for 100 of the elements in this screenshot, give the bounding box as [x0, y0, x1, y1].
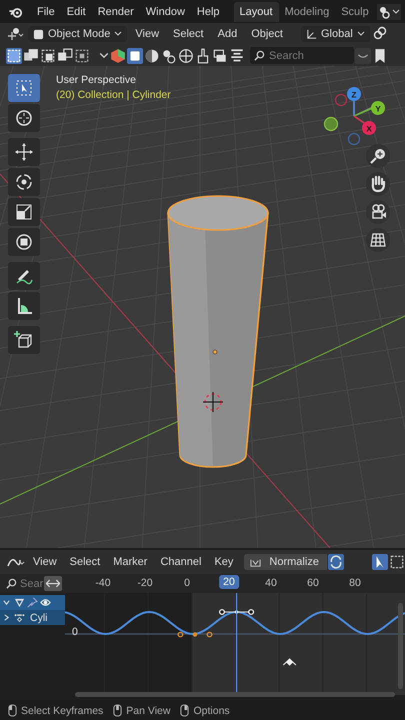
keyframe-handles-drawing[interactable] [219, 609, 254, 615]
frame-label: -40 [95, 577, 111, 589]
square-icon[interactable] [127, 48, 143, 64]
orientation-dropdown[interactable]: Global [300, 26, 370, 42]
layers-icon[interactable] [212, 48, 228, 64]
measure-tool-button[interactable] [8, 292, 40, 320]
search-icon [6, 578, 17, 589]
menu-item[interactable]: Edit [60, 6, 92, 18]
menu-item[interactable]: Add [212, 28, 244, 40]
horizontal-scrollbar[interactable] [75, 692, 395, 697]
eye-icon[interactable] [40, 597, 51, 608]
cursor-3d-icon [202, 392, 224, 412]
object-channel-row[interactable] [0, 595, 65, 610]
add-tool-button[interactable] [8, 326, 40, 354]
globe-icon[interactable] [178, 48, 194, 64]
menu-item[interactable]: View [27, 556, 63, 568]
scale-icon [14, 202, 34, 222]
frame-label: 60 [307, 577, 319, 589]
playhead-line[interactable] [236, 593, 238, 695]
axes-icon [306, 28, 317, 40]
search-icon [254, 50, 265, 61]
current-frame-badge[interactable]: 20 [219, 575, 239, 589]
scene-icon[interactable] [376, 4, 401, 20]
frame-label: 40 [265, 577, 277, 589]
status-hint: Select Keyframes [21, 704, 104, 716]
zoom-button[interactable] [366, 144, 390, 168]
projection-button[interactable] [366, 228, 390, 252]
zoom-icon [368, 146, 388, 166]
menu-item[interactable]: Object [245, 28, 289, 40]
caret-icon[interactable] [3, 599, 10, 606]
caret-icon [114, 30, 122, 38]
triangle-icon [14, 597, 25, 608]
pointer-icon[interactable] [372, 554, 388, 570]
caret-icon[interactable] [355, 48, 371, 64]
workspace-tab[interactable]: Sculp [335, 2, 375, 22]
menu-item[interactable]: Marker [107, 556, 154, 568]
pan-button[interactable] [366, 172, 390, 196]
move-arrows-icon [14, 142, 34, 162]
rotate-icon [14, 172, 34, 192]
frame-label: 0 [184, 577, 190, 589]
search-field[interactable]: Search [250, 47, 354, 64]
hexagon-icon[interactable] [110, 48, 126, 64]
transform-tool-button[interactable] [8, 228, 40, 256]
normalize-toggle[interactable]: Normalize [244, 554, 327, 570]
editor-type-icon[interactable] [6, 26, 26, 42]
origin-dot [212, 350, 218, 354]
action-icon [14, 612, 25, 623]
zero-label: 0 [72, 626, 78, 638]
object-info-label: (20) Collection | Cylinder [56, 89, 171, 101]
square-icon[interactable] [23, 48, 39, 64]
stack-icon[interactable] [229, 48, 245, 64]
menu-item[interactable]: Select [64, 556, 106, 568]
cube-icon [14, 330, 34, 350]
mouse-icon [8, 704, 17, 717]
mode-dropdown[interactable]: Object Mode [28, 26, 128, 42]
rotate-tool-button[interactable] [8, 168, 40, 196]
mouse-icon [113, 704, 122, 717]
view-name-label: User Perspective [56, 74, 137, 86]
box-select-icon[interactable] [389, 554, 405, 570]
action-channel-row[interactable]: Cyli [0, 610, 65, 625]
status-hint: Options [193, 704, 230, 716]
axis-gizmo[interactable]: Z Y X [320, 78, 400, 158]
mouse-icon [180, 704, 190, 717]
square-icon[interactable] [57, 48, 73, 64]
circle-icon[interactable] [144, 48, 160, 64]
cube-icon [33, 28, 44, 40]
vertical-scrollbar[interactable] [398, 603, 403, 689]
workspace-tab[interactable]: Modeling [278, 2, 336, 22]
cursor-tool-button[interactable] [8, 104, 40, 132]
refresh-icon[interactable] [328, 554, 344, 570]
scale-tool-button[interactable] [8, 198, 40, 226]
caret-icon [356, 30, 365, 38]
menu-item[interactable]: View [129, 28, 166, 40]
frame-label: -20 [137, 577, 153, 589]
menu-item[interactable]: Key [208, 556, 240, 568]
menu-item[interactable]: Window [140, 6, 191, 18]
crosshair-icon [14, 108, 34, 128]
search-input[interactable]: Search [269, 50, 339, 62]
keyframe-points-drawing[interactable] [178, 632, 212, 638]
menu-item[interactable]: Channel [154, 556, 208, 568]
pointer-icon [14, 78, 34, 98]
square-icon[interactable] [74, 48, 90, 64]
annotate-tool-button[interactable] [8, 262, 40, 290]
select-tool-button[interactable] [8, 74, 40, 102]
caret-icon[interactable] [3, 614, 10, 621]
circle-icon[interactable] [161, 48, 177, 64]
transform-icon [14, 232, 34, 252]
menu-item[interactable]: Select [167, 28, 210, 40]
menu-item[interactable]: File [31, 6, 61, 18]
channel-search-field[interactable]: Sear [20, 578, 46, 590]
menu-item[interactable]: Help [190, 6, 226, 18]
frame-label: 80 [349, 577, 361, 589]
status-hint: Pan View [126, 704, 170, 716]
square-icon[interactable] [40, 48, 56, 64]
menu-item[interactable]: Render [92, 6, 140, 18]
workspace-tab[interactable]: Layout [234, 2, 279, 22]
camera-button[interactable] [366, 200, 390, 224]
swap-icon[interactable] [44, 576, 62, 591]
move-tool-button[interactable] [8, 138, 40, 166]
caret-icon[interactable] [99, 50, 109, 60]
